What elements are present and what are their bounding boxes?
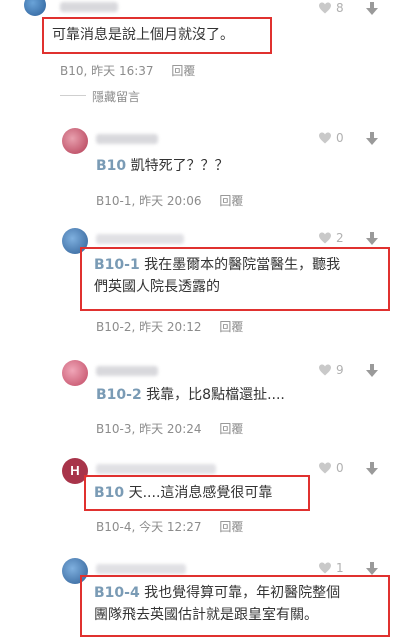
like-count: 9: [336, 363, 344, 377]
like-control[interactable]: 2: [318, 231, 344, 245]
like-control[interactable]: 9: [318, 363, 344, 377]
like-count: 0: [336, 131, 344, 145]
arrow-down-icon[interactable]: [366, 364, 378, 378]
reply-button[interactable]: 回覆: [219, 422, 243, 436]
username-blurred: [96, 134, 158, 144]
heart-icon: [319, 132, 331, 144]
username-blurred: [60, 2, 118, 12]
comment-meta: B10, 昨天 16:37 回覆: [60, 62, 195, 79]
divider: [60, 95, 86, 96]
username-blurred: [96, 464, 216, 474]
floor-tag[interactable]: B10-4: [94, 585, 140, 601]
like-control[interactable]: 8: [318, 1, 344, 15]
heart-icon: [319, 2, 331, 14]
reply-button[interactable]: 回覆: [219, 194, 243, 208]
comment-text: B10-4 我也覺得算可靠，年初醫院整個 團隊飛去英國估計就是跟皇室有關。: [94, 585, 341, 623]
like-control[interactable]: 0: [318, 461, 344, 475]
reply-button[interactable]: 回覆: [171, 64, 195, 78]
heart-icon: [319, 562, 331, 574]
arrow-down-icon[interactable]: [366, 2, 378, 16]
hidden-comments-link[interactable]: 隱藏留言: [92, 88, 140, 105]
comment-text: B10 天....這消息感覺很可靠: [94, 485, 273, 501]
arrow-down-icon[interactable]: [366, 232, 378, 246]
avatar[interactable]: [62, 128, 88, 154]
heart-icon: [319, 232, 331, 244]
avatar[interactable]: [62, 360, 88, 386]
comment-meta: B10-3, 昨天 20:24 回覆: [96, 422, 244, 436]
heart-icon: [319, 462, 331, 474]
arrow-down-icon[interactable]: [366, 132, 378, 146]
floor-time: B10, 昨天 16:37: [60, 64, 154, 78]
reply-button[interactable]: 回覆: [219, 520, 243, 534]
like-count: 0: [336, 461, 344, 475]
like-control[interactable]: 0: [318, 131, 344, 145]
reply-button[interactable]: 回覆: [219, 320, 243, 334]
floor-tag[interactable]: B10: [96, 158, 126, 174]
comment-meta: B10-1, 昨天 20:06 回覆: [96, 194, 244, 208]
arrow-down-icon[interactable]: [366, 462, 378, 476]
comment-text: 可靠消息是說上個月就沒了。: [52, 27, 234, 43]
like-count: 2: [336, 231, 344, 245]
like-control[interactable]: 1: [318, 561, 344, 575]
comment-text: B10 凱特死了？？？: [96, 158, 229, 174]
username-blurred: [96, 234, 184, 244]
comment-text: B10-1 我在墨爾本的醫院當醫生，聽我 們英國人院長透露的: [94, 257, 341, 295]
floor-tag[interactable]: B10: [94, 485, 124, 501]
arrow-down-icon[interactable]: [366, 562, 378, 576]
comment-text: B10-2 我靠，比8點檔還扯....: [96, 387, 285, 403]
avatar[interactable]: [24, 0, 46, 16]
heart-icon: [319, 364, 331, 376]
floor-tag[interactable]: B10-2: [96, 387, 142, 403]
comment-meta: B10-4, 今天 12:27 回覆: [96, 520, 244, 534]
like-count: 1: [336, 561, 344, 575]
floor-tag[interactable]: B10-1: [94, 257, 140, 273]
like-count: 8: [336, 1, 344, 15]
username-blurred: [96, 564, 186, 574]
comment-meta: B10-2, 昨天 20:12 回覆: [96, 320, 244, 334]
username-blurred: [96, 366, 158, 376]
